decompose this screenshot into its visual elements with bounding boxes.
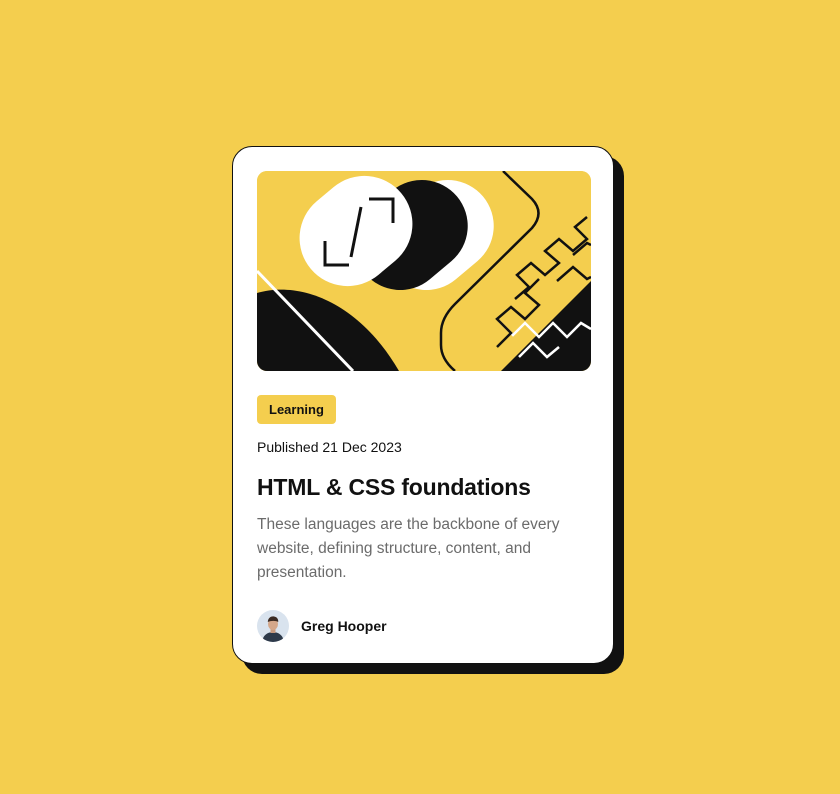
author-name[interactable]: Greg Hooper xyxy=(301,618,387,634)
avatar xyxy=(257,610,289,642)
person-avatar-icon xyxy=(257,610,289,642)
published-date: Published 21 Dec 2023 xyxy=(257,439,402,455)
author: Greg Hooper xyxy=(257,610,387,642)
card-title[interactable]: HTML & CSS foundations xyxy=(257,474,531,501)
hero-illustration xyxy=(257,171,591,371)
category-tag[interactable]: Learning xyxy=(257,395,336,424)
blog-preview-card: Learning Published 21 Dec 2023 HTML & CS… xyxy=(232,146,614,664)
card-description: These languages are the backbone of ever… xyxy=(257,516,560,581)
